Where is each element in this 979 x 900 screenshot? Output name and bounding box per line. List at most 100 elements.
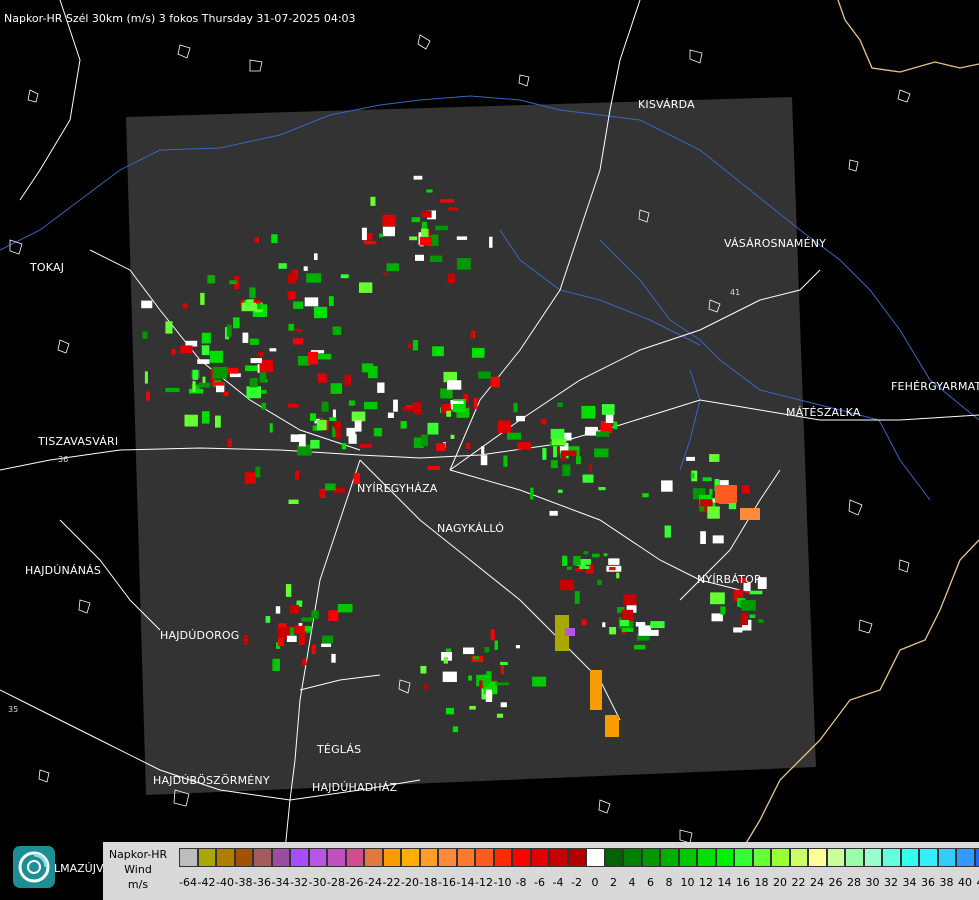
radar-echo <box>188 388 204 394</box>
radar-echo <box>223 391 229 396</box>
radar-echo <box>402 406 414 411</box>
radar-echo <box>565 628 575 636</box>
radar-echo <box>583 551 589 555</box>
radar-echo <box>142 331 148 339</box>
radar-echo <box>351 411 366 422</box>
radar-echo <box>494 640 498 650</box>
legend-tick-label: 14 <box>717 876 732 889</box>
radar-echo <box>435 225 448 231</box>
radar-echo <box>573 555 581 566</box>
radar-echo <box>243 634 249 645</box>
legend-swatch <box>234 848 253 867</box>
radar-echo <box>383 272 388 277</box>
radar-echo <box>304 297 319 307</box>
city-label: TÉGLÁS <box>317 743 362 756</box>
radar-echo <box>207 275 215 284</box>
city-label: HAJDÚBÖSZÖRMÉNY <box>153 774 270 787</box>
radar-echo <box>306 273 322 283</box>
radar-echo <box>229 373 241 378</box>
legend-tick-label: -28 <box>327 876 345 889</box>
radar-echo <box>450 434 455 439</box>
radar-echo <box>321 643 332 647</box>
radar-echo <box>165 321 173 334</box>
radar-echo <box>442 671 457 682</box>
radar-echo <box>325 483 336 491</box>
legend-tick-label: 38 <box>939 876 954 889</box>
city-label: TOKAJ <box>30 261 65 274</box>
radar-echo <box>202 376 206 383</box>
radar-echo <box>295 470 299 480</box>
radar-echo <box>382 214 396 227</box>
radar-echo <box>500 661 508 665</box>
radar-echo <box>601 404 615 415</box>
radar-echo <box>720 606 726 615</box>
radar-echo <box>497 420 511 433</box>
legend-tick-label: -6 <box>534 876 545 889</box>
radar-echo <box>304 626 312 632</box>
radar-echo <box>379 233 384 238</box>
radar-echo <box>180 345 193 354</box>
radar-echo <box>257 352 265 357</box>
radar-echo <box>423 685 429 689</box>
radar-echo <box>619 620 629 626</box>
radar-echo <box>553 446 557 458</box>
radar-echo <box>710 592 725 605</box>
radar-echo <box>322 635 333 644</box>
radar-echo <box>638 625 652 636</box>
radar-echo <box>364 401 378 410</box>
radar-echo <box>310 439 320 449</box>
radar-echo <box>427 422 439 435</box>
legend-tick-label: 18 <box>754 876 769 889</box>
radar-echo <box>623 594 637 606</box>
radar-echo <box>456 258 471 270</box>
legend-tick-label: -8 <box>515 876 527 889</box>
radar-echo <box>741 485 750 494</box>
legend-swatch <box>752 848 771 867</box>
radar-echo <box>271 234 278 244</box>
radar-echo <box>184 414 198 427</box>
radar-echo <box>146 391 150 401</box>
radar-echo <box>244 472 256 484</box>
city-label: FEHÉRGYARMAT <box>891 380 979 393</box>
legend-title: Napkor-HR <box>108 848 168 861</box>
radar-echo <box>603 553 608 557</box>
legend-swatch <box>290 848 309 867</box>
legend-swatch <box>678 848 697 867</box>
radar-echo <box>661 480 673 492</box>
radar-echo <box>317 353 332 360</box>
radar-echo <box>233 317 240 329</box>
legend-tick-label: 0 <box>591 876 599 889</box>
radar-echo <box>576 456 581 465</box>
radar-echo <box>201 411 210 424</box>
wind-legend: Napkor-HR Wind m/s -64 -42 -40 -38 -36 -34 -32… <box>103 842 979 900</box>
radar-echo <box>532 676 547 687</box>
radar-echo <box>411 217 421 223</box>
radar-echo <box>707 506 720 519</box>
legend-tick-label: -40 <box>216 876 234 889</box>
radar-echo <box>597 579 602 585</box>
legend-swatch <box>641 848 660 867</box>
radar-echo <box>419 236 433 246</box>
legend-tick-label: -38 <box>234 876 253 889</box>
radar-echo <box>566 566 572 570</box>
legend-tick-label: -36 <box>253 876 271 889</box>
legend-swatch <box>660 848 679 867</box>
radar-echo <box>709 488 713 496</box>
legend-swatch <box>845 848 864 867</box>
radar-echo <box>481 446 485 454</box>
legend-swatch <box>697 848 716 867</box>
radar-echo <box>551 438 567 446</box>
radar-echo <box>608 558 620 565</box>
radar-echo <box>621 628 634 632</box>
radar-echo <box>249 338 259 345</box>
radar-echo <box>749 590 763 595</box>
radar-echo <box>293 338 304 345</box>
radar-echo <box>210 350 223 363</box>
radar-echo <box>307 351 318 365</box>
radar-echo <box>621 609 634 621</box>
legend-tick-label: 6 <box>647 876 654 889</box>
legend-swatch <box>456 848 475 867</box>
radar-echo <box>517 441 531 450</box>
radar-echo <box>278 263 287 269</box>
city-label: NYÍREGYHÁZA <box>357 482 438 495</box>
